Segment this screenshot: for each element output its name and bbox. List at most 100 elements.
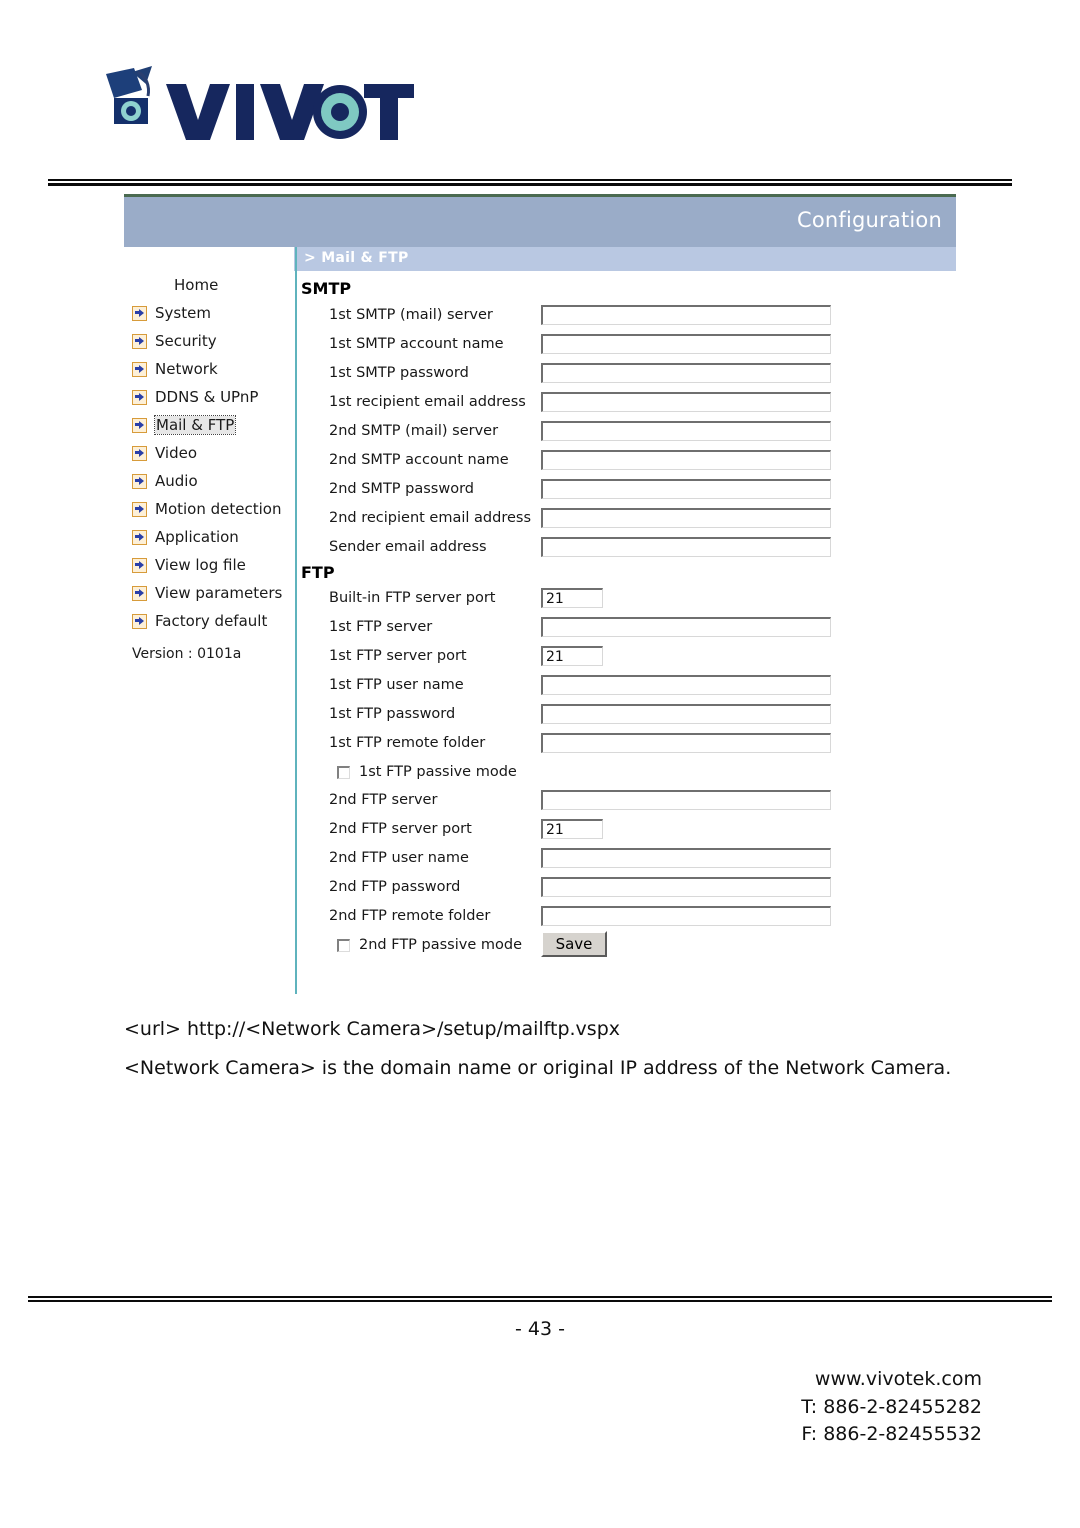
1st-smtp-server-input[interactable] — [541, 305, 831, 325]
field-label: 1st FTP server port — [329, 648, 467, 664]
field-label: 1st FTP remote folder — [329, 735, 486, 751]
field-label: 2nd SMTP (mail) server — [329, 423, 499, 439]
vivotek-camera-logo — [106, 66, 414, 140]
page-number: - 43 - — [515, 1318, 565, 1340]
arrow-bullet-icon — [132, 417, 147, 433]
2nd-ftp-password-input[interactable] — [541, 877, 831, 897]
field-label: 2nd FTP password — [329, 879, 461, 895]
2nd-ftp-remote-folder-input[interactable] — [541, 906, 831, 926]
sidebar-item-view-parameters[interactable]: View parameters — [132, 582, 282, 604]
breadcrumb-bar: > Mail & FTP — [294, 247, 956, 271]
sidebar-item-label: Mail & FTP — [153, 415, 237, 435]
footer-contact: www.vivotek.com T: 886-2-82455282 F: 886… — [801, 1366, 982, 1449]
sender-email-input[interactable] — [541, 537, 831, 557]
field-label: 2nd recipient email address — [329, 510, 531, 526]
2nd-ftp-server-input[interactable] — [541, 790, 831, 810]
mail-ftp-form: SMTP 1st SMTP (mail) server 1st SMTP acc… — [297, 271, 956, 994]
footer-website: www.vivotek.com — [814, 1368, 982, 1390]
smtp-group-title: SMTP — [301, 279, 352, 298]
sidebar-item-video[interactable]: Video — [132, 442, 197, 464]
field-label: 2nd SMTP account name — [329, 452, 509, 468]
field-label: 1st SMTP account name — [329, 336, 504, 352]
arrow-bullet-icon — [132, 445, 147, 461]
sidebar-item-view-log-file[interactable]: View log file — [132, 554, 246, 576]
sidebar-item-label: System — [155, 304, 211, 322]
field-label: Built-in FTP server port — [329, 590, 496, 606]
document-body: <url> http://<Network Camera>/setup/mail… — [124, 1018, 976, 1083]
field-label: 1st FTP server — [329, 619, 433, 635]
sidebar-item-home[interactable]: Home — [132, 274, 218, 296]
field-label: 1st SMTP (mail) server — [329, 307, 493, 323]
sidebar-item-factory-default[interactable]: Factory default — [132, 610, 267, 632]
field-label: 1st FTP user name — [329, 677, 464, 693]
sidebar-item-label: Home — [174, 276, 219, 294]
save-button[interactable]: Save — [541, 931, 607, 957]
2nd-ftp-passive-mode-row[interactable]: 2nd FTP passive mode — [337, 934, 522, 956]
vivotek-logo — [88, 62, 418, 148]
1st-smtp-account-name-input[interactable] — [541, 334, 831, 354]
arrow-bullet-icon — [132, 389, 147, 405]
2nd-smtp-password-input[interactable] — [541, 479, 831, 499]
footer-fax: F: 886-2-82455532 — [801, 1423, 982, 1446]
sidebar-item-application[interactable]: Application — [132, 526, 239, 548]
arrow-bullet-icon — [132, 557, 147, 573]
2nd-ftp-server-port-input[interactable] — [541, 819, 603, 839]
arrow-bullet-icon — [132, 305, 147, 321]
1st-ftp-server-port-input[interactable] — [541, 646, 603, 666]
2nd-smtp-server-input[interactable] — [541, 421, 831, 441]
arrow-bullet-icon — [132, 361, 147, 377]
1st-ftp-server-input[interactable] — [541, 617, 831, 637]
1st-ftp-password-input[interactable] — [541, 704, 831, 724]
arrow-bullet-icon — [132, 501, 147, 517]
checkbox-label: 1st FTP passive mode — [359, 764, 517, 780]
1st-ftp-remote-folder-input[interactable] — [541, 733, 831, 753]
sidebar-item-system[interactable]: System — [132, 302, 211, 324]
breadcrumb: > Mail & FTP — [304, 250, 409, 266]
field-label: Sender email address — [329, 539, 487, 555]
checkbox-unchecked-icon[interactable] — [337, 938, 350, 952]
sidebar-item-mail-ftp[interactable]: Mail & FTP — [132, 414, 237, 436]
field-label: 2nd FTP remote folder — [329, 908, 491, 924]
1st-ftp-passive-mode-row[interactable]: 1st FTP passive mode — [337, 761, 517, 783]
field-label: 2nd FTP user name — [329, 850, 469, 866]
page-title: Configuration — [796, 208, 942, 232]
arrow-bullet-icon — [132, 529, 147, 545]
arrow-bullet-icon — [132, 473, 147, 489]
field-label: 1st FTP password — [329, 706, 456, 722]
description-paragraph: <Network Camera> is the domain name or o… — [124, 1057, 952, 1079]
sidebar-item-audio[interactable]: Audio — [132, 470, 198, 492]
1st-ftp-user-name-input[interactable] — [541, 675, 831, 695]
sidebar-item-label: Network — [155, 360, 218, 378]
sidebar-item-label: View log file — [155, 556, 246, 574]
field-label: 1st SMTP password — [329, 365, 469, 381]
arrow-bullet-icon — [132, 613, 147, 629]
1st-recipient-email-input[interactable] — [541, 392, 831, 412]
field-label: 2nd FTP server port — [329, 821, 472, 837]
ftp-group-title: FTP — [301, 563, 335, 582]
ui-title-bar: Configuration — [124, 197, 956, 247]
firmware-version-label: Version : 0101a — [132, 646, 242, 662]
2nd-ftp-user-name-input[interactable] — [541, 848, 831, 868]
sidebar-item-label: Video — [155, 444, 198, 462]
arrow-bullet-icon — [132, 585, 147, 601]
sidebar-item-motion-detection[interactable]: Motion detection — [132, 498, 281, 520]
1st-smtp-password-input[interactable] — [541, 363, 831, 383]
sidebar-item-label: Factory default — [155, 612, 268, 630]
sidebar-item-network[interactable]: Network — [132, 358, 218, 380]
2nd-smtp-account-name-input[interactable] — [541, 450, 831, 470]
sidebar-item-label: Security — [155, 332, 217, 350]
sidebar-item-ddns-upnp[interactable]: DDNS & UPnP — [132, 386, 258, 408]
sidebar-item-label: DDNS & UPnP — [155, 388, 259, 406]
sidebar-item-label: Audio — [155, 472, 198, 490]
2nd-recipient-email-input[interactable] — [541, 508, 831, 528]
sidebar-item-label: View parameters — [155, 584, 283, 602]
header-divider — [48, 179, 1012, 186]
checkbox-unchecked-icon[interactable] — [337, 765, 350, 779]
url-line: <url> http://<Network Camera>/setup/mail… — [124, 1018, 620, 1040]
field-label: 2nd FTP server — [329, 792, 438, 808]
footer-telephone: T: 886-2-82455282 — [801, 1395, 982, 1418]
sidebar-item-label: Motion detection — [155, 500, 282, 518]
builtin-ftp-server-port-input[interactable] — [541, 588, 603, 608]
sidebar-item-security[interactable]: Security — [132, 330, 217, 352]
camera-web-ui: Configuration > Mail & FTP Home System S… — [124, 194, 956, 994]
